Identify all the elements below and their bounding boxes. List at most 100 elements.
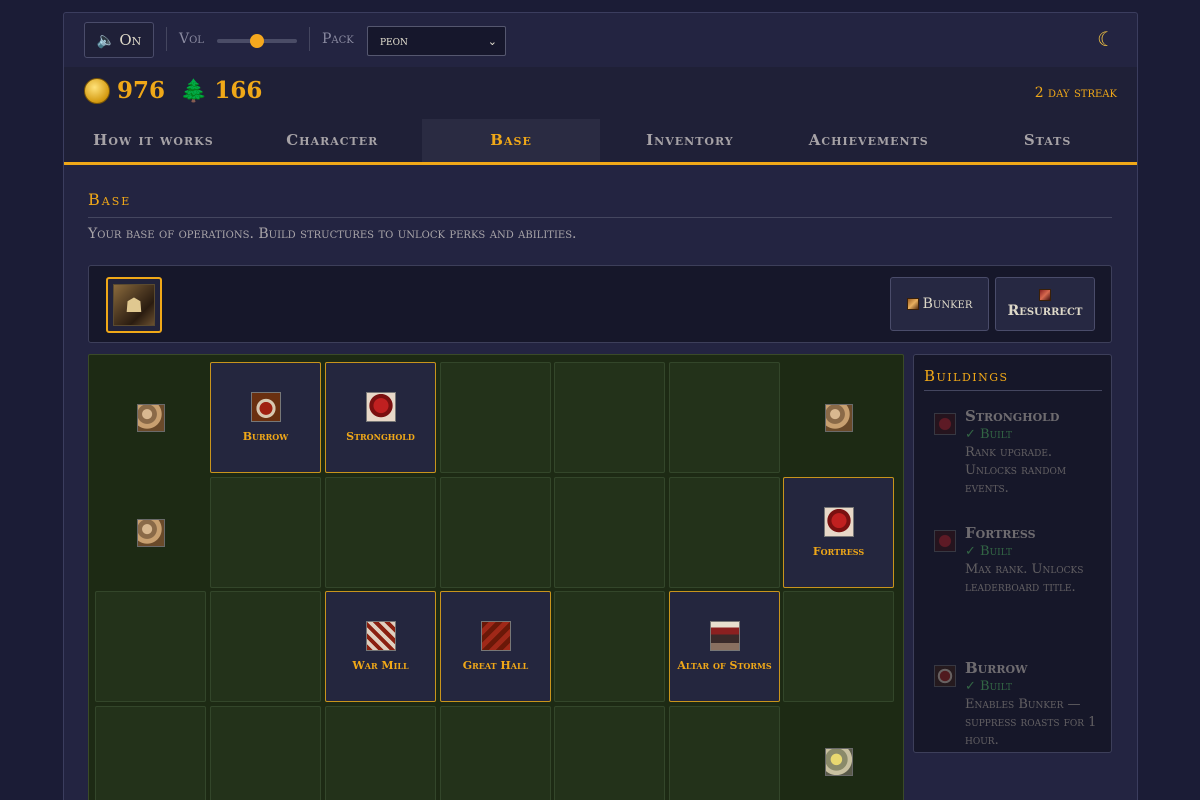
building-altar-of-storms[interactable]: Altar of Storms — [669, 591, 780, 702]
building-burrow[interactable]: Burrow — [210, 362, 321, 473]
peon-portrait-icon: ☗ — [113, 284, 155, 326]
buildings-panel-title: Buildings — [924, 367, 1009, 385]
pack-select[interactable]: peon ⌄ — [367, 26, 506, 56]
divider — [309, 27, 310, 51]
pack-label: Pack — [322, 31, 354, 47]
tab-character[interactable]: Character — [243, 119, 422, 162]
bunker-icon — [906, 298, 919, 310]
building-entry-description: Enables Bunker — suppress roasts for 1 h… — [965, 697, 1097, 748]
tab-inventory[interactable]: Inventory — [600, 119, 779, 162]
rock-icon — [825, 404, 853, 432]
gold-mine-icon — [825, 748, 853, 776]
resurrect-button[interactable]: Resurrect — [995, 277, 1095, 331]
lumber-value: 166 — [214, 77, 263, 104]
sound-label: On — [119, 31, 142, 49]
building-name: Burrow — [242, 430, 289, 443]
grid-cell-empty[interactable] — [440, 706, 551, 800]
grid-cell-empty[interactable] — [95, 706, 206, 800]
top-bar: 🔈 On Vol Pack peon ⌄ ☾ — [64, 13, 1137, 67]
grid-cell-empty[interactable] — [210, 706, 321, 800]
panel-divider — [924, 390, 1102, 391]
grid-cell-rocks[interactable] — [95, 477, 206, 588]
building-name: Fortress — [812, 545, 865, 558]
building-entry-description: Rank upgrade. Unlocks random events. — [965, 445, 1067, 496]
grid-cell-gold-mine[interactable] — [783, 706, 894, 800]
grid-cell-empty[interactable] — [325, 477, 436, 588]
war-mill-icon — [365, 621, 396, 651]
building-entry-description: Max rank. Unlocks leaderboard title. — [965, 562, 1084, 595]
grid-cell-empty[interactable] — [325, 706, 436, 800]
character-portrait[interactable]: ☗ — [106, 277, 162, 333]
volume-slider-knob[interactable] — [250, 34, 264, 48]
building-entry-name: Stronghold — [965, 407, 1060, 425]
building-great-hall[interactable]: Great Hall — [440, 591, 551, 702]
building-name: Stronghold — [346, 430, 415, 443]
resource-bar: 976 🌲 166 2 day streak — [64, 67, 1137, 119]
grid-cell-rocks[interactable] — [783, 362, 894, 473]
building-name: War Mill — [352, 659, 409, 672]
rock-icon — [137, 519, 165, 547]
tab-base[interactable]: Base — [421, 119, 601, 162]
burrow-icon — [934, 665, 956, 687]
tab-how-it-works[interactable]: How it works — [64, 119, 243, 162]
building-stronghold[interactable]: Stronghold — [325, 362, 436, 473]
building-name: Great Hall — [462, 659, 529, 672]
grid-cell-empty[interactable] — [440, 477, 551, 588]
grid-cell-empty[interactable] — [440, 362, 551, 473]
gold-counter: 976 — [84, 77, 165, 104]
stronghold-icon — [934, 413, 956, 435]
chevron-down-icon: ⌄ — [487, 34, 497, 48]
gold-value: 976 — [117, 77, 166, 104]
grid-cell-empty[interactable] — [669, 706, 780, 800]
fortress-icon — [823, 507, 854, 537]
resurrect-icon — [1039, 289, 1051, 301]
grid-cell-empty[interactable] — [210, 477, 321, 588]
divider — [166, 27, 167, 51]
burrow-icon — [250, 392, 281, 422]
lumber-counter: 🌲 166 — [180, 77, 262, 104]
grid-cell-empty[interactable] — [669, 477, 780, 588]
grid-cell-empty[interactable] — [554, 362, 665, 473]
tab-stats[interactable]: Stats — [958, 119, 1137, 162]
section-divider — [88, 217, 1112, 218]
building-war-mill[interactable]: War Mill — [325, 591, 436, 702]
bunker-label: Bunker — [922, 296, 973, 312]
speaker-icon: 🔈 — [96, 31, 116, 49]
pack-select-value: peon — [380, 33, 408, 49]
streak-label: 2 day streak — [1034, 85, 1117, 101]
app-frame: 🔈 On Vol Pack peon ⌄ ☾ 976 🌲 166 2 day s… — [63, 12, 1138, 800]
grid-cell-rocks[interactable] — [95, 362, 206, 473]
gold-coin-icon — [84, 77, 110, 104]
building-entry-status: ✓ Built — [965, 427, 1012, 442]
resurrect-label: Resurrect — [1007, 303, 1083, 319]
volume-label: Vol — [179, 31, 204, 47]
volume-slider[interactable] — [217, 34, 297, 48]
tab-achievements[interactable]: Achievements — [779, 119, 958, 162]
buildings-panel: Buildings Stronghold ✓ Built Rank upgrad… — [913, 354, 1112, 753]
stronghold-icon — [365, 392, 396, 422]
grid-cell-empty[interactable] — [669, 362, 780, 473]
section-description: Your base of operations. Build structure… — [88, 226, 577, 242]
grid-cell-empty[interactable] — [554, 706, 665, 800]
grid-cell-empty[interactable] — [554, 591, 665, 702]
tree-icon: 🌲 — [180, 77, 208, 104]
building-entry-status: ✓ Built — [965, 679, 1012, 694]
grid-cell-empty[interactable] — [783, 591, 894, 702]
great-hall-icon — [480, 621, 511, 651]
building-entry-status: ✓ Built — [965, 544, 1012, 559]
action-bar: ☗ Bunker Resurrect — [88, 265, 1112, 343]
building-entry-name: Burrow — [965, 659, 1028, 677]
grid-cell-empty[interactable] — [210, 591, 321, 702]
moon-icon[interactable]: ☾ — [1097, 27, 1115, 51]
rock-icon — [137, 404, 165, 432]
sound-toggle-button[interactable]: 🔈 On — [84, 22, 154, 58]
bunker-button[interactable]: Bunker — [890, 277, 989, 331]
building-entry-name: Fortress — [965, 524, 1036, 542]
altar-of-storms-icon — [709, 621, 740, 651]
tab-bar: How it works Character Base Inventory Ac… — [64, 119, 1137, 165]
grid-cell-empty[interactable] — [95, 591, 206, 702]
base-grid: Burrow Stronghold Fortress War Mill Grea… — [88, 354, 904, 800]
grid-cell-empty[interactable] — [554, 477, 665, 588]
building-fortress[interactable]: Fortress — [783, 477, 894, 588]
building-name: Altar of Storms — [677, 659, 772, 672]
